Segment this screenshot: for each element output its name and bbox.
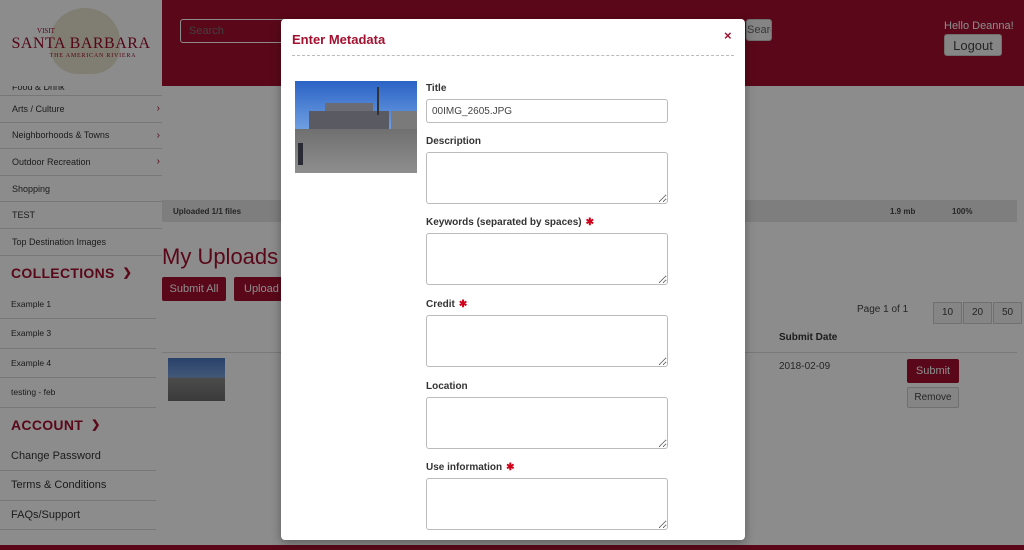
credit-label-text: Credit — [426, 299, 455, 310]
close-icon[interactable]: × — [724, 28, 732, 43]
metadata-modal: Enter Metadata × Title Description Keywo… — [281, 19, 745, 540]
credit-textarea[interactable] — [426, 315, 668, 367]
description-textarea[interactable] — [426, 152, 668, 204]
image-preview — [295, 81, 417, 173]
use-information-textarea[interactable] — [426, 478, 668, 530]
modal-divider — [292, 55, 734, 56]
keywords-label: Keywords (separated by spaces) ✱ — [426, 217, 594, 228]
location-textarea[interactable] — [426, 397, 668, 449]
modal-title: Enter Metadata — [292, 32, 386, 47]
keywords-label-text: Keywords (separated by spaces) — [426, 217, 582, 228]
title-label: Title — [426, 83, 447, 94]
description-label: Description — [426, 136, 482, 147]
title-input[interactable] — [426, 99, 668, 123]
required-icon: ✱ — [506, 462, 515, 473]
use-information-label: Use information ✱ — [426, 462, 515, 473]
required-icon: ✱ — [458, 299, 468, 310]
credit-label: Credit ✱ — [426, 299, 467, 310]
use-information-label-text: Use information — [426, 462, 503, 473]
keywords-textarea[interactable] — [426, 233, 668, 285]
location-label: Location — [426, 381, 468, 392]
required-icon: ✱ — [585, 217, 595, 228]
